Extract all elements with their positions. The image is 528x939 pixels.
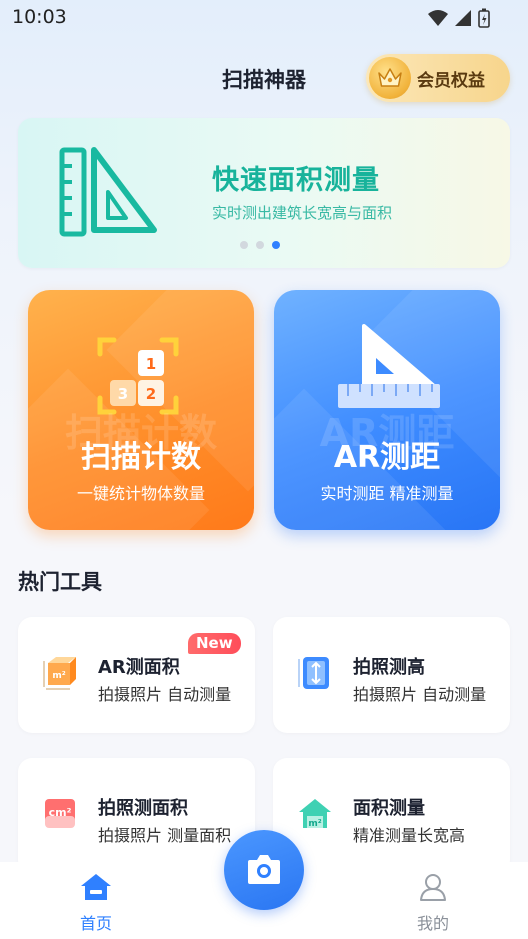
scan-count-subtitle: 一键统计物体数量: [76, 484, 205, 503]
banner-pagination: [240, 241, 280, 249]
pagination-dot-active[interactable]: [272, 241, 280, 249]
camera-icon: [248, 855, 280, 884]
nav-profile[interactable]: 我的: [388, 872, 478, 934]
scan-number-2: 2: [146, 385, 156, 403]
ar-distance-card[interactable]: AR测距 AR测距 实时测距 精准测量: [274, 290, 500, 530]
tool-card-ar-area[interactable]: m² AR测面积 拍摄照片 自动测量 New: [18, 617, 255, 733]
tool-desc: 拍摄照片 自动测量: [98, 685, 232, 704]
battery-icon: [478, 8, 490, 28]
tool-name: 拍照测高: [353, 657, 425, 678]
tool-card-photo-height[interactable]: 拍照测高 拍摄照片 自动测量: [273, 617, 510, 733]
ar-distance-title: AR测距: [333, 440, 441, 475]
tool-name: 面积测量: [353, 798, 425, 819]
height-measure-icon: [298, 657, 329, 689]
nav-home-label: 首页: [79, 914, 112, 933]
banner-subtitle: 实时测出建筑长宽高与面积: [212, 204, 393, 222]
ar-distance-subtitle: 实时测距 精准测量: [320, 484, 454, 503]
nav-profile-label: 我的: [416, 914, 449, 933]
ruler-triangle-icon: [59, 147, 157, 237]
pagination-dot[interactable]: [240, 241, 248, 249]
status-bar: 10:03: [0, 0, 528, 38]
house-area-icon: m²: [299, 799, 331, 829]
crown-icon: [369, 57, 411, 99]
cube-area-icon: m²: [43, 657, 76, 690]
status-icons: [428, 8, 490, 28]
area-cm2-icon: cm²: [45, 799, 75, 828]
vip-benefits-button[interactable]: 会员权益: [366, 54, 510, 102]
tool-name: 拍照测面积: [98, 798, 188, 819]
user-icon: [420, 874, 446, 901]
home-icon: [81, 874, 111, 900]
banner-title: 快速面积测量: [212, 165, 380, 196]
camera-button[interactable]: [224, 830, 304, 910]
tool-desc: 拍摄照片 测量面积: [98, 826, 232, 845]
signal-icon: [455, 10, 471, 26]
tool-desc: 拍摄照片 自动测量: [353, 685, 487, 704]
status-time: 10:03: [12, 6, 67, 28]
svg-text:m²: m²: [52, 671, 65, 681]
scan-number-3: 3: [118, 385, 128, 403]
tool-desc: 精准测量长宽高: [353, 826, 466, 845]
promo-banner[interactable]: 快速面积测量 实时测出建筑长宽高与面积: [18, 118, 510, 268]
new-badge: New: [188, 633, 241, 654]
svg-text:cm²: cm²: [49, 806, 72, 819]
svg-text:m²: m²: [308, 819, 321, 829]
scan-count-card[interactable]: 1 3 2 扫描计数 扫描计数 一键统计物体数量: [28, 290, 254, 530]
nav-home[interactable]: 首页: [51, 872, 141, 934]
tool-card-photo-area[interactable]: cm² 拍照测面积 拍摄照片 测量面积: [18, 758, 255, 874]
pagination-dot[interactable]: [256, 241, 264, 249]
hot-tools-title: 热门工具: [18, 570, 102, 594]
tool-card-area-measure[interactable]: m² 面积测量 精准测量长宽高: [273, 758, 510, 874]
scan-number-1: 1: [146, 355, 156, 373]
vip-benefits-label: 会员权益: [417, 70, 485, 91]
wifi-icon: [428, 10, 448, 26]
tool-name: AR测面积: [98, 657, 180, 678]
scan-count-title: 扫描计数: [81, 440, 201, 475]
